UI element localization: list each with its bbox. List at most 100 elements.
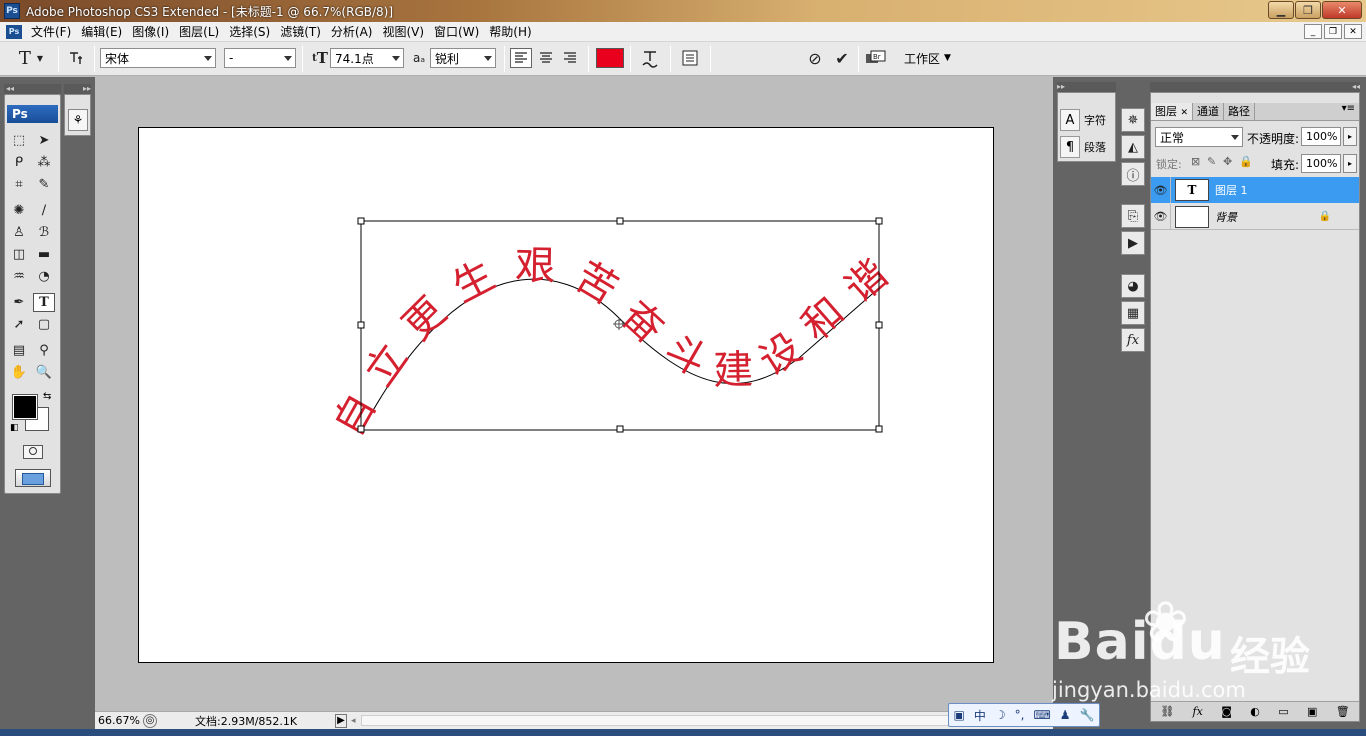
opacity-slider-button[interactable]: ▸: [1343, 127, 1357, 146]
layer-style-icon[interactable]: fx: [1193, 705, 1203, 718]
character-panel-button[interactable]: A 字符: [1060, 109, 1106, 131]
lock-transparency-icon[interactable]: ⊠: [1191, 155, 1200, 168]
handle-top-center[interactable]: [616, 217, 624, 225]
swatches-button[interactable]: ▦: [1121, 301, 1145, 325]
eye-icon[interactable]: 👁: [1151, 203, 1171, 230]
panel-menu-icon[interactable]: ▾≡: [1342, 103, 1359, 120]
font-style-select[interactable]: -: [224, 48, 296, 68]
doc-minimize-button[interactable]: _: [1304, 24, 1322, 39]
gradient-tool[interactable]: ▬: [33, 245, 55, 264]
doc-close-button[interactable]: ✕: [1344, 24, 1362, 39]
history-button[interactable]: ⎘: [1121, 204, 1145, 228]
close-button[interactable]: ✕: [1322, 1, 1362, 19]
status-arrow-icon[interactable]: ▶: [335, 713, 347, 728]
slice-tool[interactable]: ✎: [33, 175, 55, 194]
tab-channels[interactable]: 通道: [1193, 103, 1225, 120]
keyboard-icon[interactable]: ⌨: [1033, 708, 1050, 722]
align-left-button[interactable]: [510, 48, 532, 68]
menu-help[interactable]: 帮助(H): [484, 22, 536, 42]
color-button[interactable]: ◕: [1121, 274, 1145, 298]
menu-image[interactable]: 图像(I): [127, 22, 174, 42]
handle-bottom-center[interactable]: [616, 425, 624, 433]
handle-top-right[interactable]: [875, 217, 883, 225]
menu-window[interactable]: 窗口(W): [429, 22, 484, 42]
dodge-tool[interactable]: ◔: [33, 267, 55, 286]
blur-tool[interactable]: ♒: [8, 267, 30, 286]
navigator-button[interactable]: ✵: [1121, 108, 1145, 132]
brush-panel-header[interactable]: ▸▸: [64, 84, 91, 94]
handle-top-left[interactable]: [357, 217, 365, 225]
menu-edit[interactable]: 编辑(E): [76, 22, 127, 42]
link-layers-icon[interactable]: ⛓: [1160, 705, 1174, 718]
lock-position-icon[interactable]: ✥: [1223, 155, 1232, 168]
go-to-bridge-button[interactable]: Br: [864, 47, 888, 69]
layer-mask-icon[interactable]: ◙: [1221, 705, 1232, 718]
align-center-button[interactable]: [536, 48, 556, 68]
commit-edits-button[interactable]: ✔: [831, 47, 853, 69]
clone-stamp-tool[interactable]: ♙: [8, 223, 30, 242]
menu-filter[interactable]: 滤镜(T): [275, 22, 326, 42]
layer-name[interactable]: 背景: [1215, 209, 1237, 225]
handle-middle-right[interactable]: [875, 321, 883, 329]
tools-panel-header[interactable]: ◂◂: [4, 84, 61, 94]
blend-mode-select[interactable]: 正常: [1155, 127, 1243, 147]
marquee-tool[interactable]: ⬚: [8, 131, 30, 150]
font-size-input[interactable]: 74.1点: [330, 48, 404, 68]
new-group-icon[interactable]: ▭: [1278, 705, 1288, 718]
close-icon[interactable]: ✕: [1181, 108, 1189, 118]
halfwidth-icon[interactable]: ☽: [995, 708, 1006, 722]
warped-text-layer[interactable]: 自立更生艰苦奋斗建设和谐: [326, 243, 897, 444]
handle-middle-left[interactable]: [357, 321, 365, 329]
ime-language[interactable]: 中: [974, 707, 986, 724]
menu-analysis[interactable]: 分析(A): [326, 22, 378, 42]
warp-text-button[interactable]: [638, 47, 662, 69]
menu-file[interactable]: 文件(F): [26, 22, 76, 42]
antialias-select[interactable]: 锐利: [430, 48, 496, 68]
layer-name[interactable]: 图层 1: [1215, 182, 1248, 198]
notes-tool[interactable]: ▤: [8, 341, 30, 360]
menu-view[interactable]: 视图(V): [377, 22, 429, 42]
menu-select[interactable]: 选择(S): [224, 22, 275, 42]
lock-pixels-icon[interactable]: ✎: [1207, 155, 1216, 168]
info-button[interactable]: ⓘ: [1121, 162, 1145, 186]
layer-row-background[interactable]: 👁 背景 🔒: [1151, 203, 1359, 230]
font-family-select[interactable]: 宋体: [100, 48, 216, 68]
clone-source-button[interactable]: ⚘: [68, 109, 88, 131]
workspace-menu[interactable]: 工作区 ▼: [904, 47, 951, 69]
brush-tool[interactable]: ∕: [33, 201, 55, 220]
magic-wand-tool[interactable]: ⁂: [33, 153, 55, 172]
zoom-level[interactable]: 66.67%: [95, 714, 143, 727]
foreground-color-swatch[interactable]: [12, 394, 38, 420]
move-tool[interactable]: ➤: [33, 131, 55, 150]
tab-layers[interactable]: 图层 ✕: [1151, 103, 1194, 120]
histogram-button[interactable]: ◭: [1121, 135, 1145, 159]
paragraph-panel-button[interactable]: ¶ 段落: [1060, 136, 1106, 158]
opacity-input[interactable]: 100%: [1301, 127, 1341, 146]
history-brush-tool[interactable]: ℬ: [33, 223, 55, 242]
styles-button[interactable]: fx: [1121, 328, 1145, 352]
lasso-tool[interactable]: ᑭ: [8, 153, 30, 172]
crop-tool[interactable]: ⌗: [8, 175, 30, 194]
lock-all-icon[interactable]: 🔒: [1239, 155, 1253, 168]
user-icon[interactable]: ♟: [1060, 708, 1071, 722]
pen-tool[interactable]: ✒: [8, 293, 30, 312]
document-canvas[interactable]: 自立更生艰苦奋斗建设和谐: [138, 127, 994, 663]
menu-layer[interactable]: 图层(L): [174, 22, 224, 42]
char-panel-header[interactable]: ▸▸: [1057, 82, 1116, 92]
punctuation-icon[interactable]: °,: [1015, 708, 1025, 722]
photoshop-logo[interactable]: Ps: [7, 105, 58, 123]
eyedropper-tool[interactable]: ⚲: [33, 341, 55, 360]
type-tool[interactable]: T: [33, 293, 55, 312]
status-menu-icon[interactable]: ◎: [143, 713, 157, 728]
fill-slider-button[interactable]: ▸: [1343, 154, 1357, 173]
ime-logo-icon[interactable]: ▣: [954, 708, 965, 722]
handle-bottom-right[interactable]: [875, 425, 883, 433]
maximize-button[interactable]: ❐: [1295, 1, 1321, 19]
trash-icon[interactable]: 🗑: [1336, 705, 1350, 718]
cancel-edits-button[interactable]: ⊘: [804, 47, 826, 69]
hand-tool[interactable]: ✋: [8, 363, 30, 382]
document-icon[interactable]: Ps: [6, 24, 22, 39]
quick-mask-button[interactable]: [23, 445, 43, 459]
horizontal-scrollbar[interactable]: [361, 715, 1031, 726]
healing-brush-tool[interactable]: ✺: [8, 201, 30, 220]
